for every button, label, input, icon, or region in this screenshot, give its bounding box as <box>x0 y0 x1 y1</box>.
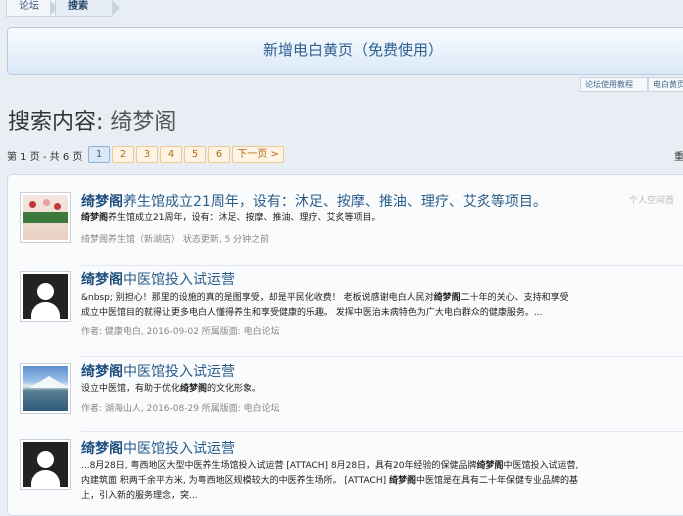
breadcrumb: 论坛 搜索 <box>0 0 683 17</box>
result-side-link[interactable]: 个人空间首 <box>629 193 674 206</box>
search-label: 搜索内容: <box>8 110 104 135</box>
tab-forum-tutorial[interactable]: 论坛使用教程 <box>580 77 648 92</box>
page-5-button[interactable]: 5 <box>184 146 206 163</box>
avatar-icon <box>23 442 68 487</box>
result-title[interactable]: 绮梦阁养生馆成立21周年，设有：沐足、按摩、推油、理疗、艾炙等项目。 <box>81 191 547 211</box>
result-meta: 绮梦阁养生馆（新湖店） 状态更新, 5 分钟之前 <box>81 235 270 245</box>
page-6-button[interactable]: 6 <box>208 146 230 163</box>
page-3-button[interactable]: 3 <box>136 146 158 163</box>
divider <box>81 356 683 357</box>
result-thumbnail[interactable] <box>20 439 71 490</box>
result-title[interactable]: 绮梦阁中医馆投入试运营 <box>81 361 235 381</box>
avatar-icon <box>23 274 68 319</box>
page-title: 搜索内容: 绮梦阁 <box>8 104 176 136</box>
result-snippet: 设立中医馆，有助于优化绮梦阁的文化形象。 <box>81 384 262 394</box>
tab-yellow-pages[interactable]: 电白黄页 <box>648 77 683 92</box>
page-info: 第 1 页 - 共 6 页 <box>7 152 83 163</box>
divider <box>81 431 683 432</box>
lake-photo <box>23 366 68 411</box>
result-title[interactable]: 绮梦阁中医馆投入试运营 <box>81 438 235 458</box>
result-snippet: ...8月28日, 粤西地区大型中医养生场馆投入试运营 [ATTACH] 8月2… <box>81 461 579 501</box>
page-1-button[interactable]: 1 <box>88 146 110 163</box>
yellow-pages-banner[interactable]: 新增电白黄页（免费使用） <box>7 27 683 75</box>
spa-photo <box>23 195 68 240</box>
result-snippet: &nbsp; 别担心！那里的设施的真的是图享受，却是平民化收费！ 老板说感谢电白… <box>81 293 569 318</box>
breadcrumb-separator-icon <box>112 0 120 16</box>
search-term: 绮梦阁 <box>110 110 177 135</box>
result-thumbnail[interactable] <box>20 363 71 414</box>
result-title[interactable]: 绮梦阁中医馆投入试运营 <box>81 269 235 289</box>
next-page-button[interactable]: 下一页 > <box>232 146 284 163</box>
breadcrumb-search[interactable]: 搜索 <box>55 0 113 17</box>
page-2-button[interactable]: 2 <box>112 146 134 163</box>
search-results: 绮梦阁养生馆成立21周年，设有：沐足、按摩、推油、理疗、艾炙等项目。 绮梦阁养生… <box>7 174 683 516</box>
result-thumbnail[interactable] <box>20 271 71 322</box>
result-meta: 作者: 湖海山人, 2016-08-29 所属版面: 电白论坛 <box>81 404 280 414</box>
result-meta: 作者: 健康电白, 2016-09-02 所属版面: 电白论坛 <box>81 327 280 337</box>
divider <box>81 265 683 266</box>
result-snippet: 绮梦阁养生馆成立21周年，设有：沐足、按摩、推油、理疗、艾炙等项目。 <box>81 213 381 223</box>
result-thumbnail[interactable] <box>20 192 71 243</box>
pager-right-link[interactable]: 重 <box>674 148 683 163</box>
page-4-button[interactable]: 4 <box>160 146 182 163</box>
